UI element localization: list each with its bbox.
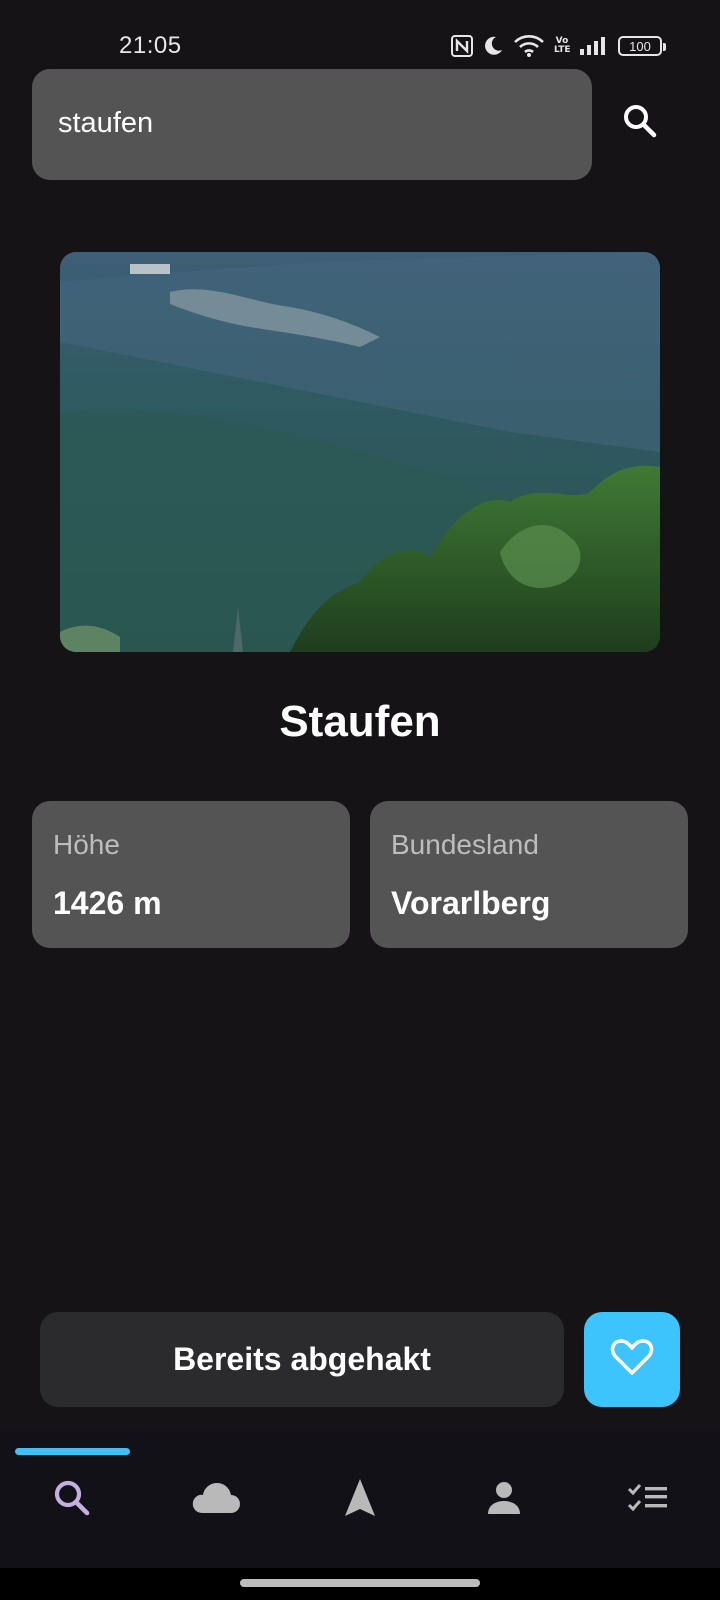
nav-active-indicator (15, 1448, 130, 1455)
home-gesture-bar[interactable] (240, 1579, 480, 1587)
cloud-icon (191, 1481, 241, 1520)
search-button[interactable] (612, 95, 668, 151)
status-icons: Vo LTE 100 (451, 34, 666, 58)
status-bar: 21:05 Vo LTE 100 (0, 0, 720, 64)
heart-icon (610, 1337, 654, 1382)
height-value: 1426 m (53, 885, 162, 921)
status-time: 21:05 (119, 32, 182, 59)
search-icon (621, 102, 659, 145)
wifi-icon (513, 34, 545, 58)
nav-item-navigate[interactable] (320, 1470, 400, 1530)
moon-icon (482, 35, 504, 57)
bottom-nav (0, 1430, 720, 1568)
search-input-value: staufen (58, 107, 154, 139)
nav-item-search[interactable] (32, 1470, 112, 1530)
gesture-area (0, 1568, 720, 1600)
signal-icon (579, 36, 609, 56)
navigation-arrow-icon (343, 1478, 377, 1523)
nav-item-checklist[interactable] (608, 1470, 688, 1530)
already-checked-label: Bereits abgehakt (173, 1341, 431, 1377)
state-label: Bundesland (391, 829, 539, 860)
search-input[interactable]: staufen (32, 69, 592, 180)
checklist-icon (627, 1481, 669, 1520)
nfc-icon (451, 35, 473, 57)
height-label: Höhe (53, 829, 120, 860)
battery-icon: 100 (618, 36, 666, 56)
state-value: Vorarlberg (391, 885, 551, 921)
mountain-photo (60, 252, 660, 652)
volte-icon: Vo LTE (554, 36, 571, 55)
already-checked-button[interactable]: Bereits abgehakt (40, 1312, 564, 1407)
state-card: Bundesland Vorarlberg (370, 801, 688, 948)
favorite-button[interactable] (584, 1312, 680, 1407)
screen: 21:05 Vo LTE 100 staufen Staufen Höhe 14… (0, 0, 720, 1600)
search-icon (52, 1478, 92, 1523)
height-card: Höhe 1426 m (32, 801, 350, 948)
person-icon (486, 1480, 522, 1521)
mountain-name: Staufen (279, 697, 441, 746)
nav-item-weather[interactable] (176, 1470, 256, 1530)
nav-item-profile[interactable] (464, 1470, 544, 1530)
